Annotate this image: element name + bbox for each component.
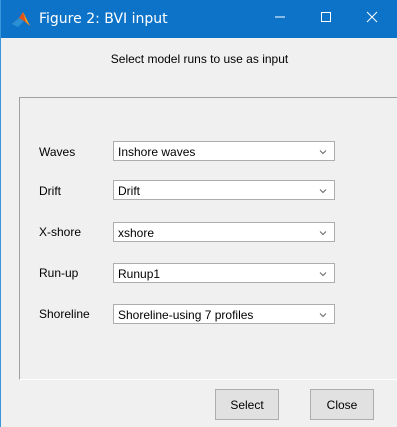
minimize-icon: [274, 10, 286, 28]
runup-dropdown[interactable]: Runup1: [113, 263, 335, 283]
select-button[interactable]: Select: [215, 389, 279, 420]
chevron-down-icon: [318, 309, 328, 319]
minimize-button[interactable]: [257, 0, 303, 38]
chevron-down-icon: [318, 268, 328, 278]
drift-label: Drift: [39, 184, 61, 198]
title-bar[interactable]: Figure 2: BVI input: [1, 0, 397, 38]
waves-selected-value: Inshore waves: [118, 145, 196, 159]
chevron-down-icon: [318, 227, 328, 237]
chevron-down-icon: [318, 146, 328, 156]
bvi-input-window: Figure 2: BVI input Select model runs to…: [0, 0, 397, 427]
xshore-dropdown[interactable]: xshore: [113, 222, 335, 242]
shoreline-selected-value: Shoreline-using 7 profiles: [118, 308, 254, 322]
drift-selected-value: Drift: [118, 184, 140, 198]
close-icon: [366, 10, 378, 28]
matlab-icon: [11, 10, 31, 28]
shoreline-dropdown[interactable]: Shoreline-using 7 profiles: [113, 304, 335, 324]
close-button[interactable]: Close: [310, 389, 374, 420]
maximize-icon: [320, 10, 332, 28]
maximize-button[interactable]: [303, 0, 349, 38]
chevron-down-icon: [318, 185, 328, 195]
runup-selected-value: Runup1: [118, 267, 161, 281]
close-window-button[interactable]: [349, 0, 395, 38]
xshore-label: X-shore: [39, 225, 82, 239]
waves-dropdown[interactable]: Inshore waves: [113, 141, 335, 161]
waves-label: Waves: [39, 145, 76, 159]
runup-label: Run-up: [39, 266, 79, 280]
shoreline-label: Shoreline: [39, 307, 90, 321]
instruction-text: Select model runs to use as input: [110, 52, 289, 66]
drift-dropdown[interactable]: Drift: [113, 180, 335, 200]
window-title: Figure 2: BVI input: [39, 11, 168, 27]
xshore-selected-value: xshore: [118, 226, 155, 240]
